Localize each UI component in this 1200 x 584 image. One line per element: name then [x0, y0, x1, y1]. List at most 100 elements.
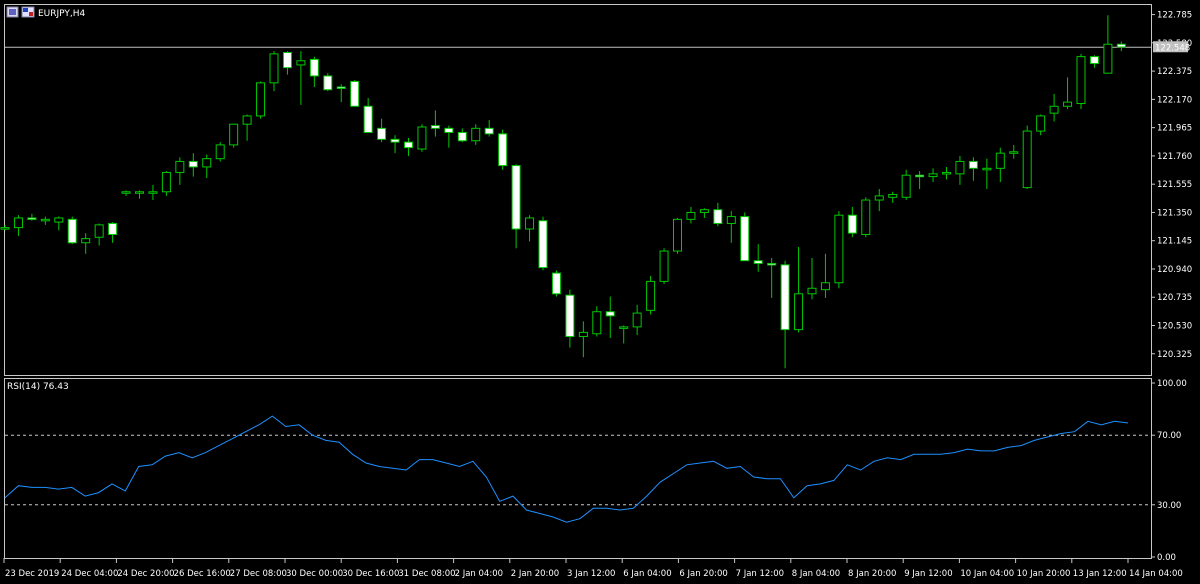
- current-price-tag: 122.548: [1153, 41, 1190, 53]
- candle: [538, 216, 548, 271]
- price-tick-label: 122.170: [1157, 95, 1192, 105]
- candle-body-bear: [498, 133, 508, 167]
- time-tick-label: 14 Jan 04:00: [1129, 569, 1183, 579]
- time-tick-label: 13 Jan 12:00: [1073, 569, 1127, 579]
- candle-body-bear: [740, 216, 750, 262]
- candle-body-bull: [1036, 115, 1046, 132]
- candle-body-bull: [229, 123, 239, 146]
- candle: [1076, 53, 1086, 110]
- rsi-tick-label: 0.00: [1157, 553, 1176, 563]
- candle-body-bear: [915, 174, 925, 178]
- candle-body-bear: [511, 165, 521, 230]
- flag-icon: [21, 6, 35, 18]
- candle-body-bull: [1009, 151, 1019, 154]
- current-price-label: 122.548: [1155, 43, 1190, 53]
- time-tick-label: 6 Jan 20:00: [679, 569, 727, 579]
- price-tick-label: 122.785: [1157, 11, 1192, 21]
- candle-body-bull: [202, 158, 212, 168]
- candle: [551, 270, 561, 297]
- price-tick-label: 122.375: [1157, 67, 1192, 77]
- candle-body-bear: [363, 105, 373, 133]
- chart-canvas[interactable]: 122.785122.580122.375122.170121.965121.7…: [0, 0, 1200, 584]
- candle-body-bear: [188, 160, 198, 168]
- candle: [659, 248, 669, 285]
- candle-body-bear: [1116, 43, 1126, 48]
- candle-body-bull: [888, 194, 898, 198]
- candle-body-bull: [995, 152, 1005, 169]
- candle: [498, 129, 508, 170]
- candle-body-bear: [538, 220, 548, 269]
- time-tick-label: 24 Dec 20:00: [117, 569, 174, 579]
- candle-body-bull: [942, 171, 951, 175]
- chart-background: [0, 0, 1200, 584]
- time-tick-label: 10 Jan 20:00: [1017, 569, 1071, 579]
- candle-body-bull: [121, 191, 131, 194]
- candle-body-bull: [699, 209, 709, 213]
- candle-body-bull: [525, 217, 535, 230]
- candle-body-bull: [161, 171, 171, 193]
- rsi-tick-label: 30.00: [1157, 501, 1181, 511]
- candle-body-bear: [377, 127, 387, 140]
- candle-body-bear: [282, 52, 292, 69]
- candle: [161, 171, 171, 196]
- price-tick-label: 121.145: [1157, 237, 1192, 247]
- price-tick-label: 121.555: [1157, 180, 1192, 190]
- candle-body-bull: [256, 82, 266, 117]
- rsi-tick-label: 100.00: [1157, 379, 1187, 389]
- price-tick-label: 120.530: [1157, 322, 1192, 332]
- candle-body-bear: [457, 131, 467, 142]
- candle: [646, 275, 656, 315]
- candle-body-bull: [81, 238, 91, 244]
- candle: [1022, 125, 1032, 189]
- time-tick-label: 7 Jan 12:00: [736, 569, 784, 579]
- candle-body-bull: [135, 191, 144, 194]
- candle-body-bear: [753, 260, 763, 264]
- candle-body-bull: [673, 218, 682, 252]
- candle-body-bull: [861, 199, 871, 235]
- candle: [673, 217, 682, 254]
- candle-body-bull: [901, 174, 911, 198]
- time-tick-label: 10 Jan 04:00: [960, 569, 1014, 579]
- candle: [229, 123, 239, 148]
- candle-body-bull: [242, 115, 252, 125]
- time-tick-label: 30 Dec 16:00: [342, 569, 399, 579]
- time-tick-label: 2 Jan 20:00: [511, 569, 559, 579]
- candle-body-bull: [578, 331, 588, 338]
- candle-body-bear: [847, 214, 857, 234]
- candle-body-bear: [780, 264, 790, 331]
- time-tick-label: 27 Dec 08:00: [230, 569, 287, 579]
- candle-body-bear: [27, 217, 37, 220]
- time-tick-label: 8 Jan 04:00: [792, 569, 840, 579]
- candle-body-bear: [1089, 56, 1099, 65]
- candle-body-bear: [444, 127, 454, 133]
- candle-body-bull: [807, 287, 817, 295]
- candle-body-bear: [390, 138, 400, 143]
- rsi-title: RSI(14) 76.43: [7, 382, 69, 392]
- candle-body-bull: [148, 191, 158, 194]
- candle-body-bear: [767, 262, 777, 266]
- price-tick-label: 120.325: [1157, 350, 1192, 360]
- candle-body-bear: [565, 294, 575, 338]
- candle-body-bear: [108, 222, 118, 235]
- candle-body-bull: [659, 250, 669, 282]
- candle-body-bull: [632, 312, 642, 328]
- candle-body-bull: [1103, 43, 1113, 74]
- candle-body-bull: [646, 280, 656, 311]
- candle-body-bull: [794, 293, 804, 331]
- price-tick-label: 121.350: [1157, 208, 1192, 218]
- price-tick-label: 121.965: [1157, 124, 1192, 134]
- candle-body-bear: [323, 75, 333, 91]
- candle-body-bear: [484, 127, 494, 135]
- time-tick-label: 24 Dec 04:00: [61, 569, 118, 579]
- candle-body-bull: [175, 160, 185, 173]
- candle-body-bear: [605, 311, 615, 317]
- time-tick-label: 30 Dec 00:00: [286, 569, 343, 579]
- candle-body-bear: [67, 218, 77, 244]
- candle-body-bull: [471, 127, 481, 142]
- candle-body-bear: [551, 272, 561, 295]
- time-tick-label: 8 Jan 20:00: [848, 569, 896, 579]
- candle-body-bull: [54, 217, 64, 223]
- candle-body-bear: [430, 125, 440, 129]
- chart-window-icon[interactable]: [6, 6, 19, 18]
- candle-body-bull: [686, 211, 696, 220]
